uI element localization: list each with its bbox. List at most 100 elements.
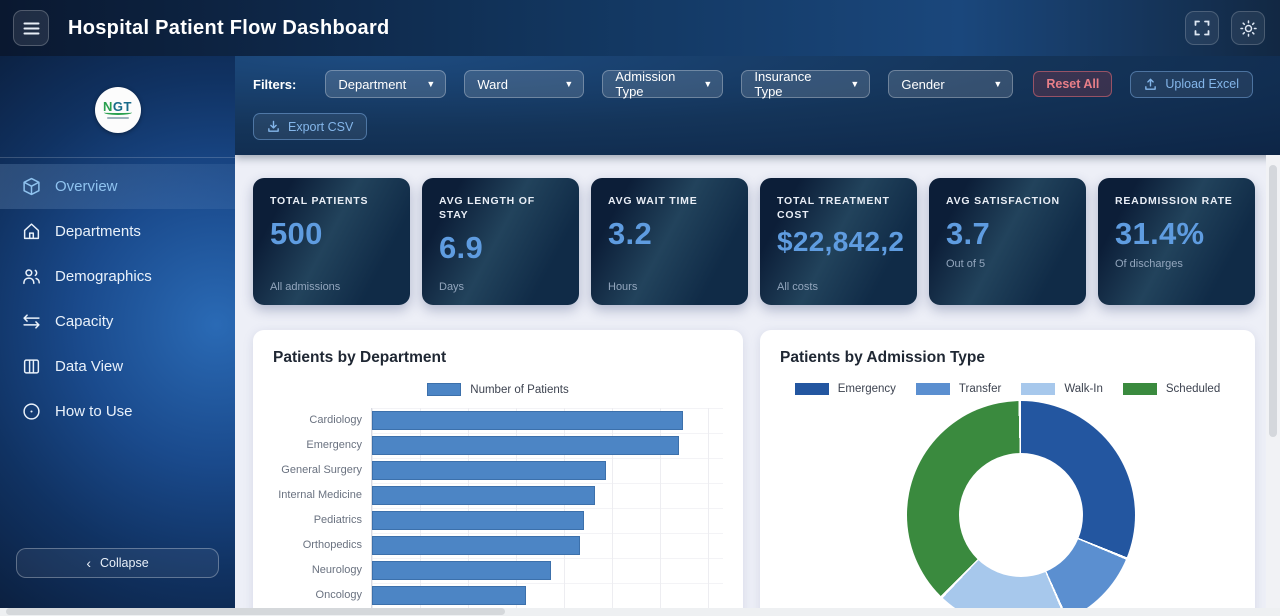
sidebar-item-label: Demographics: [55, 268, 152, 285]
charts-row: Patients by Department Number of Patient…: [253, 330, 1255, 616]
filters-label: Filters:: [253, 77, 296, 92]
reset-all-button[interactable]: Reset All: [1033, 71, 1112, 97]
ward-filter-dropdown[interactable]: Ward ▼: [464, 70, 584, 98]
filters-bar: Filters: Department ▼ Ward ▼ Admission T…: [235, 56, 1280, 155]
kpi-card-avg-wait-time: AVG WAIT TIME 3.2 Hours: [591, 178, 748, 305]
bar-pediatrics[interactable]: [372, 511, 584, 530]
kpi-label: AVG WAIT TIME: [608, 194, 734, 208]
sidebar-item-demographics[interactable]: Demographics: [0, 254, 235, 299]
bar-plot-area: [371, 408, 723, 608]
kpi-subtitle: All costs: [777, 281, 903, 293]
bar-neurology[interactable]: [372, 561, 551, 580]
sidebar-item-capacity[interactable]: Capacity: [0, 299, 235, 344]
kpi-subtitle: All admissions: [270, 281, 396, 293]
legend-item-emergency[interactable]: Emergency: [795, 383, 896, 395]
kpi-subtitle: Hours: [608, 281, 734, 293]
reset-all-label: Reset All: [1046, 77, 1099, 91]
theme-toggle-button[interactable]: [1231, 11, 1265, 45]
dropdown-value: Department: [338, 77, 406, 92]
collapse-sidebar-button[interactable]: ‹ Collapse: [16, 548, 219, 578]
sidebar-item-overview[interactable]: Overview: [0, 164, 235, 209]
legend-label: Number of Patients: [470, 384, 568, 396]
sidebar-item-departments[interactable]: Departments: [0, 209, 235, 254]
legend-swatch: [427, 383, 461, 396]
bar-row: [372, 408, 723, 433]
admission-type-donut-chart[interactable]: [907, 401, 1135, 616]
legend-label: Emergency: [838, 383, 896, 395]
bar-cardiology[interactable]: [372, 411, 683, 430]
kpi-subtitle: Days: [439, 281, 565, 293]
sidebar-nav: Overview Departments Demographics: [0, 157, 235, 434]
header-bar: Hospital Patient Flow Dashboard: [0, 0, 1280, 56]
legend-label: Transfer: [959, 383, 1001, 395]
dropdown-value: Admission Type: [615, 69, 695, 99]
legend-item-scheduled[interactable]: Scheduled: [1123, 383, 1220, 395]
logo-swoosh: [104, 110, 132, 115]
sidebar-item-data-view[interactable]: Data View: [0, 344, 235, 389]
chevron-left-icon: ‹: [86, 556, 91, 570]
dropdown-value: Insurance Type: [754, 69, 842, 99]
legend-item[interactable]: Number of Patients: [427, 383, 568, 396]
chevron-down-icon: ▼: [850, 79, 859, 89]
bar-internal-medicine[interactable]: [372, 486, 595, 505]
donut-hole: [959, 453, 1083, 577]
legend-swatch: [916, 383, 950, 395]
patients-by-admission-type-card: Patients by Admission Type Emergency Tran…: [760, 330, 1255, 616]
bar-emergency[interactable]: [372, 436, 679, 455]
bar-category-label: Oncology: [273, 583, 371, 608]
department-filter-dropdown[interactable]: Department ▼: [325, 70, 446, 98]
ngt-logo: NGT: [95, 87, 141, 133]
fullscreen-button[interactable]: [1185, 11, 1219, 45]
chevron-down-icon: ▼: [564, 79, 573, 89]
sidebar-item-label: How to Use: [55, 403, 133, 420]
donut-chart-legend: Emergency Transfer Walk-In Scheduled: [780, 383, 1235, 395]
kpi-label: AVG LENGTH OF STAY: [439, 194, 565, 222]
content-area: TOTAL PATIENTS 500 All admissions AVG LE…: [235, 155, 1280, 616]
chart-title: Patients by Admission Type: [780, 349, 1235, 367]
columns-icon: [22, 357, 41, 376]
bar-category-label: Pediatrics: [273, 508, 371, 533]
download-icon: [267, 120, 280, 133]
dropdown-value: Ward: [477, 77, 508, 92]
kpi-value: 3.7: [946, 216, 1072, 252]
bar-row: [372, 583, 723, 608]
users-icon: [22, 267, 41, 286]
admission-type-filter-dropdown[interactable]: Admission Type ▼: [602, 70, 723, 98]
gender-filter-dropdown[interactable]: Gender ▼: [888, 70, 1013, 98]
patients-by-department-card: Patients by Department Number of Patient…: [253, 330, 743, 616]
chevron-down-icon: ▼: [993, 79, 1002, 89]
kpi-row: TOTAL PATIENTS 500 All admissions AVG LE…: [253, 178, 1255, 305]
kpi-value: 500: [270, 216, 396, 252]
export-csv-button[interactable]: Export CSV: [253, 113, 367, 140]
bar-row: [372, 458, 723, 483]
insurance-type-filter-dropdown[interactable]: Insurance Type ▼: [741, 70, 870, 98]
bar-general-surgery[interactable]: [372, 461, 606, 480]
bar-category-label: General Surgery: [273, 458, 371, 483]
horizontal-scrollbar-thumb[interactable]: [6, 608, 505, 615]
bar-row: [372, 433, 723, 458]
department-bar-chart: CardiologyEmergencyGeneral SurgeryIntern…: [273, 408, 723, 608]
kpi-value: 3.2: [608, 216, 734, 252]
chevron-down-icon: ▼: [426, 79, 435, 89]
upload-excel-button[interactable]: Upload Excel: [1130, 71, 1253, 98]
kpi-value: 6.9: [439, 230, 565, 266]
sidebar-item-how-to-use[interactable]: How to Use: [0, 389, 235, 434]
logo-tagline: [107, 117, 129, 119]
bar-orthopedics[interactable]: [372, 536, 580, 555]
kpi-label: TOTAL PATIENTS: [270, 194, 396, 208]
kpi-value: 31.4%: [1115, 216, 1241, 252]
bar-oncology[interactable]: [372, 586, 526, 605]
legend-swatch: [1021, 383, 1055, 395]
vertical-scrollbar-thumb[interactable]: [1269, 165, 1277, 437]
dropdown-value: Gender: [901, 77, 944, 92]
upload-excel-label: Upload Excel: [1165, 77, 1239, 91]
sliders-icon: [22, 312, 41, 331]
legend-item-transfer[interactable]: Transfer: [916, 383, 1001, 395]
page-title: Hospital Patient Flow Dashboard: [68, 17, 390, 40]
bar-category-label: Neurology: [273, 558, 371, 583]
collapse-label: Collapse: [100, 556, 149, 570]
bar-row: [372, 533, 723, 558]
home-icon: [22, 222, 41, 241]
menu-button[interactable]: [13, 10, 49, 46]
legend-item-walk-in[interactable]: Walk-In: [1021, 383, 1103, 395]
